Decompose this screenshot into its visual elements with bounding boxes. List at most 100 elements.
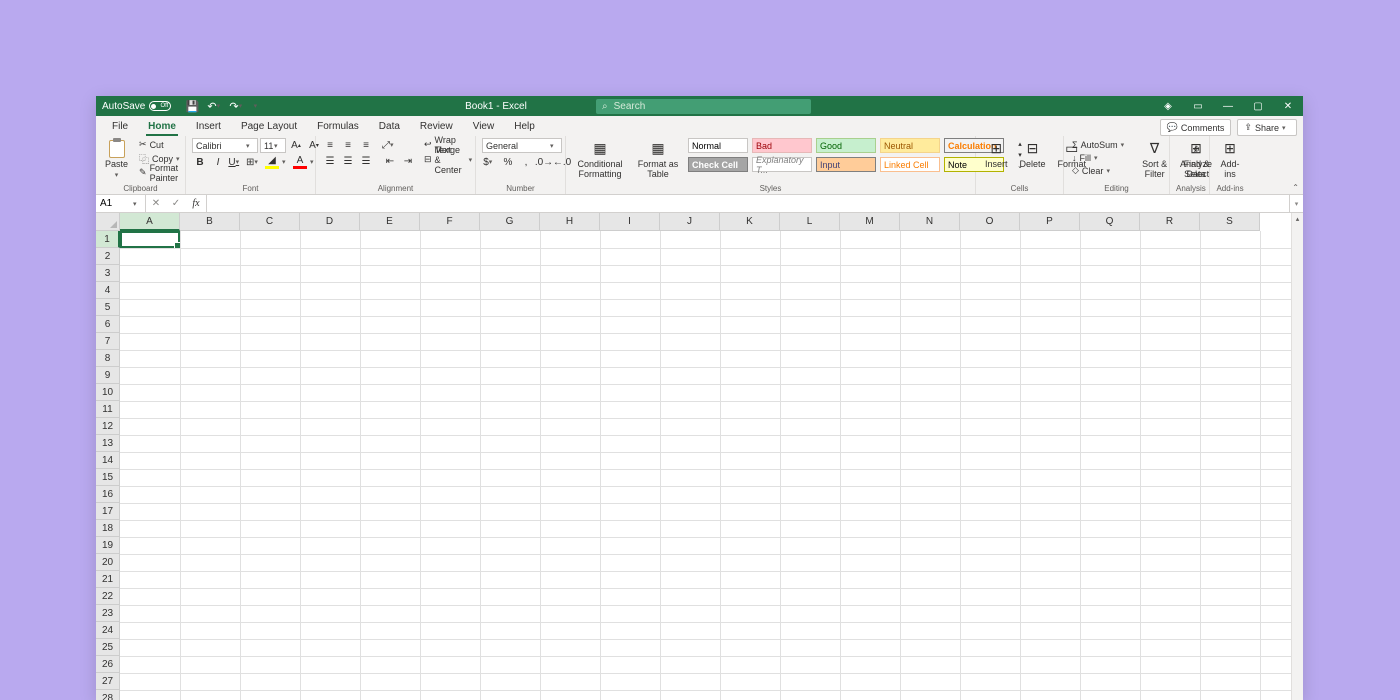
- row-header[interactable]: 3: [96, 265, 120, 282]
- row-header[interactable]: 5: [96, 299, 120, 316]
- cell-style-good[interactable]: Good: [816, 138, 876, 153]
- search-box[interactable]: ⌕ Search: [596, 99, 811, 114]
- expand-formula-bar-button[interactable]: ▾: [1289, 195, 1303, 212]
- number-format-combo[interactable]: General▾: [482, 138, 562, 153]
- cut-button[interactable]: Cut: [137, 138, 186, 151]
- save-icon[interactable]: 💾: [185, 99, 199, 113]
- column-header[interactable]: N: [900, 213, 960, 231]
- row-header[interactable]: 27: [96, 673, 120, 690]
- scroll-up-icon[interactable]: ▴: [1292, 213, 1303, 225]
- tab-file[interactable]: File: [102, 117, 138, 136]
- column-header[interactable]: B: [180, 213, 240, 231]
- row-header[interactable]: 10: [96, 384, 120, 401]
- align-right-button[interactable]: ☰: [358, 154, 374, 168]
- column-header[interactable]: E: [360, 213, 420, 231]
- redo-icon[interactable]: ↷▾: [229, 99, 243, 113]
- column-header[interactable]: G: [480, 213, 540, 231]
- fill-color-button[interactable]: ◢: [264, 155, 280, 169]
- grow-font-button[interactable]: A▴: [288, 138, 304, 152]
- increase-indent-button[interactable]: ⇥: [400, 154, 416, 168]
- row-header[interactable]: 2: [96, 248, 120, 265]
- name-box[interactable]: A1▾: [96, 195, 146, 212]
- font-name-combo[interactable]: Calibri▾: [192, 138, 258, 153]
- delete-cells-button[interactable]: ⊟Delete: [1017, 138, 1049, 172]
- align-middle-button[interactable]: ≡: [340, 138, 356, 152]
- accounting-format-button[interactable]: $▾: [482, 155, 498, 169]
- border-button[interactable]: ⊞▾: [246, 155, 262, 169]
- row-header[interactable]: 13: [96, 435, 120, 452]
- account-icon[interactable]: ◈: [1153, 96, 1183, 116]
- column-header[interactable]: H: [540, 213, 600, 231]
- row-header[interactable]: 1: [96, 231, 120, 248]
- comments-button[interactable]: 💬Comments: [1160, 119, 1232, 136]
- merge-center-button[interactable]: ⊟Merge & Center▾: [422, 153, 475, 166]
- tab-help[interactable]: Help: [504, 117, 545, 136]
- column-header[interactable]: L: [780, 213, 840, 231]
- column-header[interactable]: Q: [1080, 213, 1140, 231]
- underline-button[interactable]: U▾: [228, 155, 244, 169]
- autosave-toggle[interactable]: AutoSave Off: [96, 101, 177, 112]
- italic-button[interactable]: I: [210, 155, 226, 169]
- tab-formulas[interactable]: Formulas: [307, 117, 369, 136]
- row-header[interactable]: 17: [96, 503, 120, 520]
- close-button[interactable]: ✕: [1273, 96, 1303, 116]
- row-header[interactable]: 18: [96, 520, 120, 537]
- column-header[interactable]: O: [960, 213, 1020, 231]
- column-header[interactable]: D: [300, 213, 360, 231]
- row-header[interactable]: 21: [96, 571, 120, 588]
- row-header[interactable]: 28: [96, 690, 120, 700]
- column-header[interactable]: R: [1140, 213, 1200, 231]
- row-header[interactable]: 4: [96, 282, 120, 299]
- row-header[interactable]: 8: [96, 350, 120, 367]
- tab-review[interactable]: Review: [410, 117, 463, 136]
- cancel-formula-button[interactable]: ✕: [146, 195, 166, 212]
- bold-button[interactable]: B: [192, 155, 208, 169]
- insert-function-button[interactable]: fx: [186, 195, 206, 212]
- format-painter-button[interactable]: Format Painter: [137, 166, 186, 179]
- cell-style-check-cell[interactable]: Check Cell: [688, 157, 748, 172]
- qat-customize-icon[interactable]: ▾: [251, 99, 259, 113]
- collapse-ribbon-button[interactable]: ⌃: [1292, 183, 1299, 192]
- cell-style-normal[interactable]: Normal: [688, 138, 748, 153]
- row-header[interactable]: 11: [96, 401, 120, 418]
- minimize-button[interactable]: —: [1213, 96, 1243, 116]
- formula-input[interactable]: [207, 195, 1289, 212]
- enter-formula-button[interactable]: ✓: [166, 195, 186, 212]
- row-header[interactable]: 23: [96, 605, 120, 622]
- paste-button[interactable]: Paste ▾: [102, 138, 131, 182]
- percent-format-button[interactable]: %: [500, 155, 516, 169]
- font-color-button[interactable]: A: [292, 155, 308, 169]
- row-header[interactable]: 9: [96, 367, 120, 384]
- cell-style-linked-cell[interactable]: Linked Cell: [880, 157, 940, 172]
- row-header[interactable]: 12: [96, 418, 120, 435]
- ribbon-display-icon[interactable]: ▭: [1183, 96, 1213, 116]
- align-bottom-button[interactable]: ≡: [358, 138, 374, 152]
- addins-button[interactable]: ⊞Add-ins: [1216, 138, 1244, 182]
- row-header[interactable]: 15: [96, 469, 120, 486]
- column-header[interactable]: I: [600, 213, 660, 231]
- increase-decimal-button[interactable]: .0→: [536, 155, 552, 169]
- vertical-scrollbar[interactable]: ▴: [1291, 213, 1303, 700]
- column-header[interactable]: F: [420, 213, 480, 231]
- tab-home[interactable]: Home: [138, 117, 186, 136]
- tab-view[interactable]: View: [463, 117, 505, 136]
- autosum-button[interactable]: ΣAutoSum▾: [1070, 138, 1131, 151]
- column-header[interactable]: S: [1200, 213, 1260, 231]
- row-header[interactable]: 25: [96, 639, 120, 656]
- format-as-table-button[interactable]: ▦Format as Table: [634, 138, 682, 182]
- comma-format-button[interactable]: ,: [518, 155, 534, 169]
- row-header[interactable]: 7: [96, 333, 120, 350]
- conditional-formatting-button[interactable]: ▦Conditional Formatting: [572, 138, 628, 182]
- sort-filter-button[interactable]: ∇Sort & Filter: [1137, 138, 1173, 182]
- column-header[interactable]: P: [1020, 213, 1080, 231]
- decrease-indent-button[interactable]: ⇤: [382, 154, 398, 168]
- column-header[interactable]: C: [240, 213, 300, 231]
- tab-insert[interactable]: Insert: [186, 117, 231, 136]
- tab-data[interactable]: Data: [369, 117, 410, 136]
- cell-style-bad[interactable]: Bad: [752, 138, 812, 153]
- row-header[interactable]: 6: [96, 316, 120, 333]
- insert-cells-button[interactable]: ⊞Insert: [982, 138, 1011, 172]
- cells-area[interactable]: [120, 231, 1291, 700]
- row-header[interactable]: 20: [96, 554, 120, 571]
- undo-icon[interactable]: ↶▾: [207, 99, 221, 113]
